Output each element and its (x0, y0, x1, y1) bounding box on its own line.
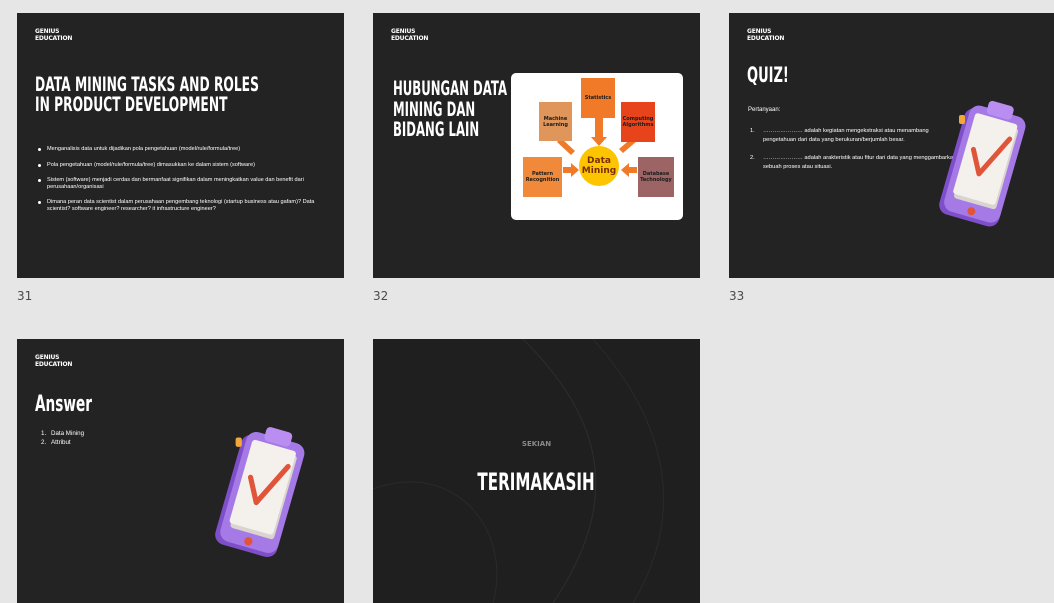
node-statistics: Statistics (581, 78, 615, 118)
brand-line: EDUCATION (391, 34, 429, 42)
slide-subtitle: Pertanyaan: (748, 107, 781, 113)
data-mining-diagram: Machine Learning Statistics Computing Algo… (511, 73, 683, 220)
slide-thumbnail-35[interactable]: SEKIAN TERIMAKASIH (373, 339, 700, 603)
bullet-item: Menganalisis data untuk dijadikan pola p… (37, 146, 337, 153)
slide-title: HUBUNGAN DATA MINING DAN BIDANG LAIN (393, 77, 508, 141)
slide-thumbnail-32[interactable]: GENIUS EDUCATION HUBUNGAN DATA MINING DA… (373, 13, 700, 278)
slide-title-wrapper: TERIMAKASIH (373, 469, 700, 495)
bullet-list: Menganalisis data untuk dijadikan pola p… (37, 146, 337, 222)
title-line: DATA MINING TASKS AND ROLES (35, 73, 259, 96)
bullet-item: Dimana peran data scientist dalam perusa… (37, 199, 337, 212)
title-line: HUBUNGAN DATA (393, 77, 508, 100)
brand-logo: GENIUS EDUCATION (35, 28, 73, 42)
brand-line: EDUCATION (35, 34, 73, 42)
arrow-statistics (591, 118, 607, 146)
title-line: MINING DAN (393, 97, 476, 121)
slide-title: QUIZ! (747, 63, 789, 87)
clipboard-check-icon (215, 427, 305, 557)
brand-logo: GENIUS EDUCATION (35, 354, 73, 368)
title-line: IN PRODUCT DEVELOPMENT (35, 93, 228, 116)
slide-thumbnail-31[interactable]: GENIUS EDUCATION DATA MINING TASKS AND R… (17, 13, 344, 278)
node-pattern-recognition: Pattern Recognition (523, 157, 562, 197)
question-item: 1.………………… adalah kegiatan mengekstraksi … (750, 128, 929, 143)
slide-title: TERIMAKASIH (477, 468, 596, 496)
brand-line: EDUCATION (747, 34, 785, 42)
node-data-mining: Data Mining (579, 146, 619, 186)
slide-number: 31 (17, 289, 33, 303)
clipboard-check-icon (939, 100, 1026, 227)
arrow-pattern (563, 163, 579, 177)
node-database-technology: Database Technology (638, 157, 674, 197)
slide-title: DATA MINING TASKS AND ROLES IN PRODUCT D… (35, 75, 259, 115)
answer-item: 1. Data Mining (41, 430, 85, 437)
node-computing-algorithms: Computing Algorithms (621, 102, 655, 142)
slide-title: Answer (35, 392, 92, 417)
bullet-item: Sistem (software) menjadi cerdas dan ber… (37, 177, 337, 190)
brand-logo: GENIUS EDUCATION (747, 28, 785, 42)
answer-item: 2. Attribut (41, 438, 71, 446)
question-list: 1.………………… adalah kegiatan mengekstraksi … (750, 127, 960, 181)
slide-thumbnail-34[interactable]: GENIUS EDUCATION Answer 1. Data Mining 2.… (17, 339, 344, 603)
answer-list: 1. Data Mining 2. Attribut (41, 430, 84, 447)
brand-logo: GENIUS EDUCATION (391, 28, 429, 42)
node-machine-learning: Machine Learning (539, 102, 572, 141)
arrow-database (621, 163, 637, 177)
slide-subtitle: SEKIAN (521, 440, 552, 448)
title-line: BIDANG LAIN (393, 118, 480, 141)
question-item: 2.………………… adalah arakteristik atau fitur… (750, 155, 957, 170)
bullet-item: Pola pengetahuan (model/rule/formula/tre… (37, 162, 337, 169)
slide-number: 32 (373, 289, 389, 303)
slide-number: 33 (729, 289, 745, 303)
brand-line: EDUCATION (35, 360, 73, 368)
slide-thumbnail-33[interactable]: GENIUS EDUCATION QUIZ! Pertanyaan: 1.………… (729, 13, 1054, 278)
